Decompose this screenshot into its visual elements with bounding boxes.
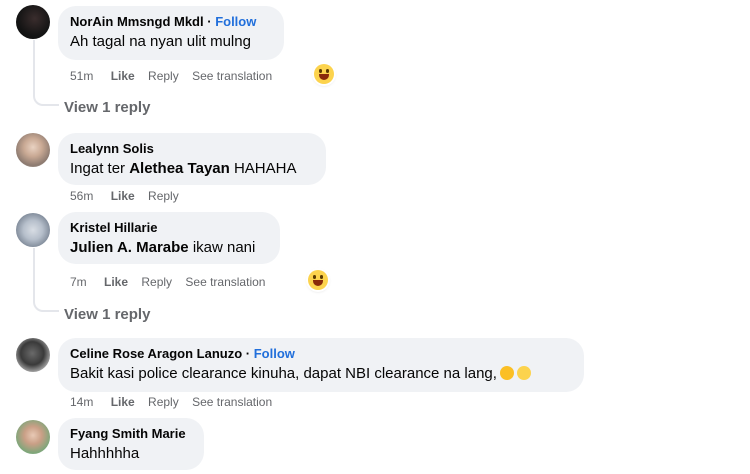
see-translation-button[interactable]: See translation: [192, 394, 272, 410]
comment-actions: 14m Like Reply See translation: [70, 394, 282, 410]
follow-button[interactable]: Follow: [215, 14, 256, 29]
comment-actions: 7m Like Reply See translation: [70, 274, 275, 290]
thread-line-curve: [33, 90, 59, 106]
see-translation-button[interactable]: See translation: [185, 274, 265, 290]
comment-bubble: Fyang Smith Marie Hahhhhha: [58, 418, 204, 470]
mention-link[interactable]: Julien A. Marabe: [70, 239, 189, 256]
comment-actions: 51m Like Reply See translation: [70, 68, 282, 84]
avatar[interactable]: [16, 338, 50, 372]
comment-author[interactable]: Celine Rose Aragon Lanuzo: [70, 346, 242, 361]
separator-dot: ·: [245, 346, 254, 361]
thread-line-curve: [33, 296, 59, 312]
thread-line: [33, 40, 35, 92]
comment-actions: 56m Like Reply: [70, 188, 189, 204]
reply-button[interactable]: Reply: [148, 188, 179, 204]
comment-author[interactable]: NorAin Mmsngd Mkdl: [70, 14, 204, 29]
comment-text: Ah tagal na nyan ulit mulng: [70, 33, 251, 50]
comment-author[interactable]: Fyang Smith Marie: [70, 426, 192, 442]
laughing-reaction-icon[interactable]: [314, 64, 334, 84]
thread-line: [33, 248, 35, 298]
like-button[interactable]: Like: [111, 188, 135, 204]
avatar[interactable]: [16, 133, 50, 167]
like-button[interactable]: Like: [104, 274, 128, 290]
comment-author[interactable]: Lealynn Solis: [70, 141, 314, 157]
comment-timestamp[interactable]: 14m: [70, 394, 93, 410]
like-button[interactable]: Like: [111, 394, 135, 410]
comment-timestamp[interactable]: 51m: [70, 68, 93, 84]
reply-button[interactable]: Reply: [148, 394, 179, 410]
see-translation-button[interactable]: See translation: [192, 68, 272, 84]
crying-face-icon: [516, 366, 531, 380]
comment-timestamp[interactable]: 56m: [70, 188, 93, 204]
reply-button[interactable]: Reply: [141, 274, 172, 290]
separator-dot: ·: [207, 14, 216, 29]
comment-author[interactable]: Kristel Hillarie: [70, 220, 268, 236]
comment-text: Bakit kasi police clearance kinuha, dapa…: [70, 364, 572, 384]
view-replies-button[interactable]: View 1 reply: [64, 306, 150, 323]
rolling-on-floor-laughing-icon: [499, 366, 514, 380]
comment-bubble: Celine Rose Aragon Lanuzo · Follow Bakit…: [58, 338, 584, 392]
comment-timestamp[interactable]: 7m: [70, 274, 87, 290]
view-replies-button[interactable]: View 1 reply: [64, 99, 150, 116]
comment-text: Hahhhhha: [70, 445, 140, 462]
follow-button[interactable]: Follow: [254, 346, 295, 361]
reply-button[interactable]: Reply: [148, 68, 179, 84]
comment-text: Ingat ter Alethea Tayan HAHAHA: [70, 160, 297, 177]
avatar[interactable]: [16, 213, 50, 247]
mention-link[interactable]: Alethea Tayan: [129, 160, 230, 177]
comment-text: Julien A. Marabe ikaw nani: [70, 239, 256, 256]
avatar[interactable]: [16, 5, 50, 39]
avatar[interactable]: [16, 420, 50, 454]
comment-bubble: NorAin Mmsngd Mkdl · Follow Ah tagal na …: [58, 6, 284, 60]
like-button[interactable]: Like: [111, 68, 135, 84]
laughing-reaction-icon[interactable]: [308, 270, 328, 290]
comment-bubble: Kristel Hillarie Julien A. Marabe ikaw n…: [58, 212, 280, 264]
comment-bubble: Lealynn Solis Ingat ter Alethea Tayan HA…: [58, 133, 326, 185]
